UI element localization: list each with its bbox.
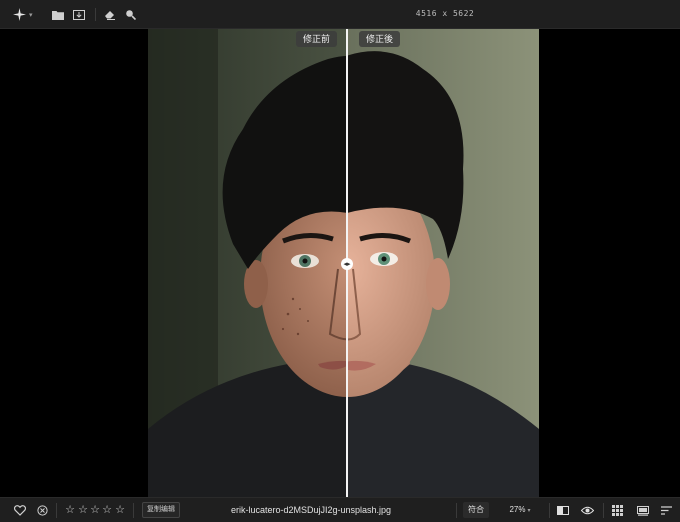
star-2-icon[interactable]: ☆ <box>77 503 89 517</box>
search-icon[interactable] <box>123 7 138 22</box>
sort-icon[interactable] <box>659 503 674 518</box>
grid-view-icon[interactable] <box>610 503 625 518</box>
image-dimensions: 4516 x 5622 <box>415 9 475 18</box>
sparkle-icon[interactable] <box>12 7 27 22</box>
before-label: 修正前 <box>296 31 338 47</box>
star-4-icon[interactable]: ☆ <box>101 503 113 517</box>
heart-icon[interactable] <box>12 503 27 518</box>
file-name: erik-lucatero-d2MSDujJI2g-unsplash.jpg <box>230 505 392 515</box>
single-view-icon[interactable] <box>635 503 650 518</box>
copy-edit-button[interactable]: 复制编辑 <box>142 502 180 518</box>
bottom-statusbar: ☆ ☆ ☆ ☆ ☆ 复制编辑 erik-lucatero-d2MSDujJI2g… <box>0 497 680 522</box>
statusbar-divider <box>603 503 604 518</box>
star-5-icon[interactable]: ☆ <box>114 503 126 517</box>
eraser-icon[interactable] <box>102 7 117 22</box>
statusbar-divider <box>133 503 134 518</box>
statusbar-divider <box>549 503 550 518</box>
fit-button[interactable]: 符合 <box>463 502 489 518</box>
zoom-dropdown[interactable]: 27% ▾ <box>494 502 546 518</box>
top-toolbar: ▾ 4516 x 5622 <box>0 0 680 29</box>
chevron-down-icon: ▾ <box>527 508 531 514</box>
toolbar-divider <box>95 8 96 21</box>
zoom-value: 27% <box>509 505 526 514</box>
after-label: 修正後 <box>359 31 401 47</box>
image-import-icon[interactable] <box>71 7 86 22</box>
image-canvas: ◂▸ 修正前 修正後 <box>0 29 680 497</box>
star-1-icon[interactable]: ☆ <box>64 503 76 517</box>
statusbar-divider <box>456 503 457 518</box>
split-view-icon[interactable] <box>555 503 570 518</box>
statusbar-divider <box>56 503 57 518</box>
star-3-icon[interactable]: ☆ <box>89 503 101 517</box>
split-drag-handle[interactable]: ◂▸ <box>341 258 353 270</box>
folder-icon[interactable] <box>50 7 65 22</box>
reject-icon[interactable] <box>35 503 50 518</box>
chevron-down-icon[interactable]: ▾ <box>29 11 33 19</box>
eye-icon[interactable] <box>580 503 595 518</box>
